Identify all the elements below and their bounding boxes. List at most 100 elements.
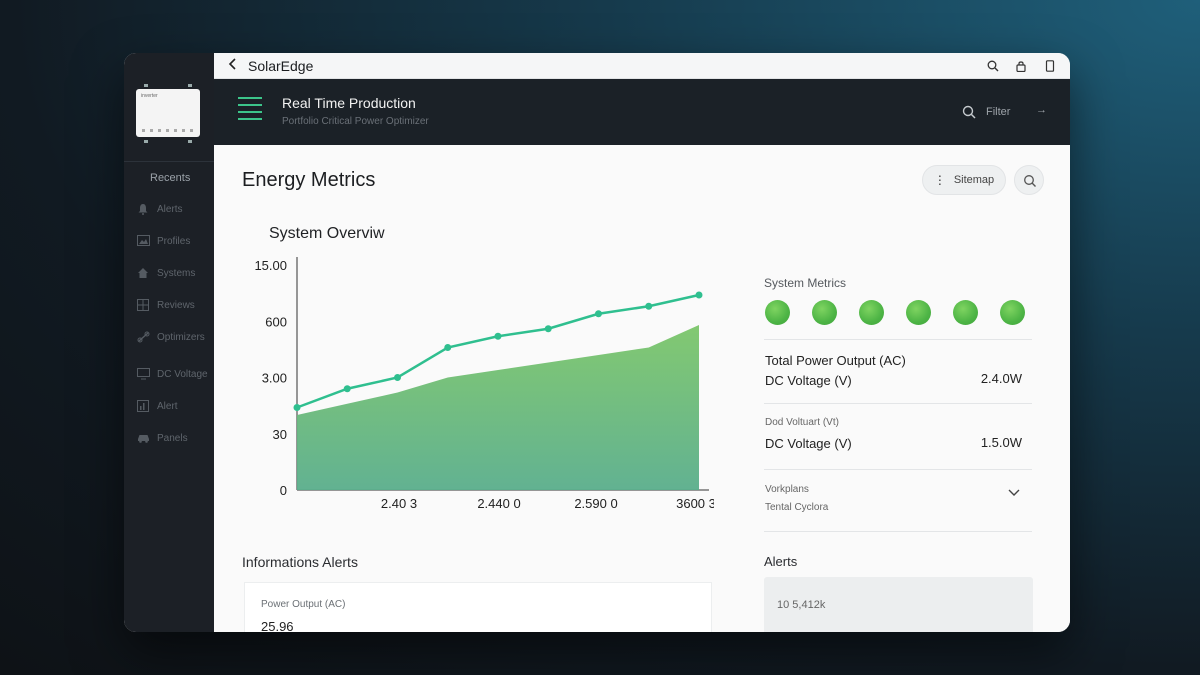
tablet-icon[interactable] xyxy=(1044,59,1056,72)
metric-sublabel: DC Voltage (V) xyxy=(765,436,852,451)
divider xyxy=(764,469,1032,470)
data-point xyxy=(544,325,552,333)
metric-sublabel: DC Voltage (V) xyxy=(765,373,852,388)
device-pin xyxy=(188,140,192,143)
chevron-left-icon[interactable] xyxy=(228,57,238,75)
x-tick-label: 2.590 0 xyxy=(574,496,617,511)
y-tick-label: 30 xyxy=(273,427,287,442)
y-tick-label: 0 xyxy=(280,483,287,498)
filter-label[interactable]: Filter xyxy=(986,106,1010,118)
chart-title: System Overviw xyxy=(269,225,385,242)
sidebar-section-heading: Recents xyxy=(150,172,191,184)
app-title: SolarEdge xyxy=(248,58,314,74)
device-pin xyxy=(188,84,192,87)
x-tick-label: 2.40 3 xyxy=(381,496,417,511)
sidebar-item-profiles[interactable]: Profiles xyxy=(136,233,190,249)
divider xyxy=(764,339,1032,340)
sidebar-item-label: Reviews xyxy=(157,299,195,311)
status-dot[interactable] xyxy=(953,300,978,325)
metric-value: 2.4.0W xyxy=(980,371,1022,386)
app-window: inverter Recents Alerts Profiles Systems… xyxy=(124,53,1070,632)
status-dot[interactable] xyxy=(906,300,931,325)
monitor-icon xyxy=(136,368,150,380)
info-card-label: Power Output (AC) xyxy=(261,599,346,610)
home-icon xyxy=(136,267,150,279)
sidebar-item-alert[interactable]: Alert xyxy=(136,398,178,414)
sidebar-item-panels[interactable]: Panels xyxy=(136,430,188,446)
divider xyxy=(764,531,1032,532)
metric-label: Dod Voltuart (Vt) xyxy=(765,417,839,428)
page-title: Energy Metrics xyxy=(242,169,376,191)
sidebar-item-dc-voltage[interactable]: DC Voltage xyxy=(136,366,208,382)
system-overview-chart: 15.00 600 3.00 30 0 2.40 3 2.440 0 2.590 0 3600 … xyxy=(254,257,714,511)
search-icon[interactable] xyxy=(962,105,976,119)
metric-sublabel: Tental Cyclora xyxy=(765,502,829,513)
sidebar-item-reviews[interactable]: Reviews xyxy=(136,297,195,313)
search-icon[interactable] xyxy=(987,59,999,72)
data-point xyxy=(494,332,502,340)
device-pin xyxy=(144,140,148,143)
alerts-text: 10 5,412k xyxy=(777,599,826,611)
sidebar-item-systems[interactable]: Systems xyxy=(136,265,195,281)
data-point xyxy=(444,344,452,351)
status-dot[interactable] xyxy=(859,300,884,325)
arrow-right-icon[interactable]: → xyxy=(1036,104,1047,116)
data-point xyxy=(293,404,301,411)
alerts-title: Alerts xyxy=(764,554,798,569)
metric-value: 1.5.0W xyxy=(980,435,1022,450)
x-tick-label: 3600 3 xyxy=(676,496,714,511)
info-card-value: 25.96 xyxy=(261,619,294,632)
sidebar: inverter Recents Alerts Profiles Systems… xyxy=(124,53,214,632)
title-bar: SolarEdge xyxy=(214,53,1070,79)
data-point xyxy=(595,310,602,318)
sidebar-item-label: Profiles xyxy=(157,235,191,247)
y-tick-label: 3.00 xyxy=(262,371,287,386)
data-point xyxy=(695,291,703,299)
bell-icon xyxy=(136,203,150,215)
status-dot[interactable] xyxy=(812,300,837,325)
sidebar-divider xyxy=(124,161,214,162)
sidebar-item-optimizers[interactable]: Optimizers xyxy=(136,329,205,345)
sidebar-item-label: Systems xyxy=(157,267,196,279)
info-alerts-title: Informations Alerts xyxy=(242,554,358,570)
link-icon xyxy=(136,331,150,343)
sidebar-item-label: Alert xyxy=(157,400,178,412)
status-dots xyxy=(765,300,1025,325)
metric-label: Vorkplans xyxy=(765,484,809,495)
data-point xyxy=(645,302,653,310)
device-port-row xyxy=(142,129,194,132)
image-icon xyxy=(136,235,150,247)
divider xyxy=(764,403,1032,404)
x-tick-label: 2.440 0 xyxy=(477,496,520,511)
data-point xyxy=(394,374,401,381)
more-vertical-icon: ⋮ xyxy=(933,173,946,187)
alerts-card[interactable]: 10 5,412k xyxy=(764,577,1033,632)
device-label: inverter xyxy=(141,93,158,99)
status-dot[interactable] xyxy=(765,300,790,325)
metrics-title: System Metrics xyxy=(764,276,847,290)
sitemap-button[interactable]: ⋮ Sitemap xyxy=(922,165,1006,195)
status-dot[interactable] xyxy=(1000,300,1025,325)
y-tick-label: 15.00 xyxy=(254,258,287,273)
chart-icon xyxy=(136,400,150,412)
sidebar-item-label: DC Voltage xyxy=(157,368,208,380)
device-pin xyxy=(144,84,148,87)
lock-icon[interactable] xyxy=(1015,59,1027,73)
sidebar-item-label: Panels xyxy=(157,432,188,444)
chevron-down-icon[interactable] xyxy=(1008,489,1020,497)
header-title: Real Time Production xyxy=(282,95,416,111)
sidebar-item-label: Alerts xyxy=(157,203,183,215)
device-thumbnail[interactable]: inverter xyxy=(136,84,200,143)
sidebar-item-alerts[interactable]: Alerts xyxy=(136,201,183,217)
search-icon xyxy=(1024,175,1036,187)
info-alert-card[interactable]: Power Output (AC) 25.96 xyxy=(244,582,712,632)
sidebar-item-label: Optimizers xyxy=(157,331,205,343)
car-icon xyxy=(136,432,150,444)
header-subtitle: Portfolio Critical Power Optimizer xyxy=(282,116,429,127)
search-button[interactable] xyxy=(1014,165,1044,195)
main-content: Energy Metrics ⋮ Sitemap System Overviw … xyxy=(214,145,1070,632)
area-series xyxy=(297,325,699,490)
data-point xyxy=(343,385,351,393)
menu-icon[interactable] xyxy=(238,97,262,125)
sitemap-label: Sitemap xyxy=(953,174,995,186)
